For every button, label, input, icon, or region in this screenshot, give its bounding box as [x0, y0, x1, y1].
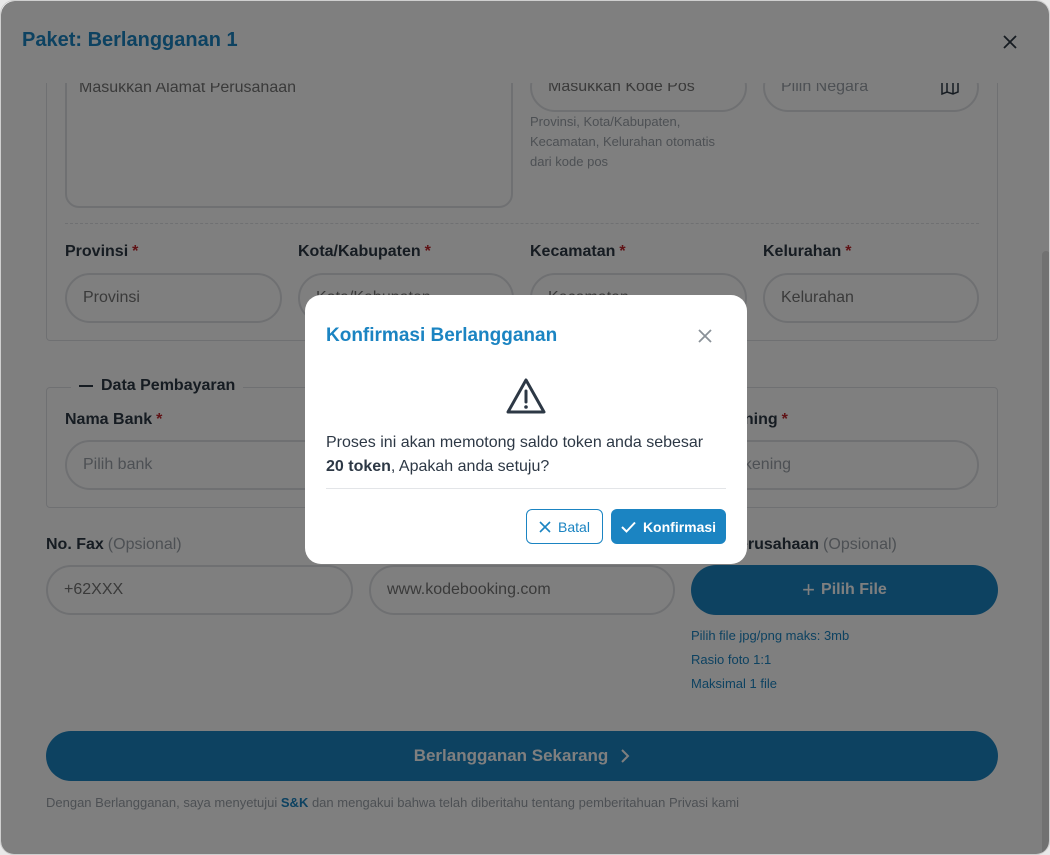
modal-divider: [326, 488, 726, 489]
confirm-button[interactable]: Konfirmasi: [611, 509, 726, 544]
subscription-window: Provinsi, Kota/Kabupaten, Kecamatan, Kel…: [0, 0, 1050, 855]
modal-title: Konfirmasi Berlangganan: [326, 325, 558, 346]
modal-token-amount: 20 token: [326, 458, 391, 475]
cancel-label: Batal: [558, 518, 590, 535]
modal-message: Proses ini akan memotong saldo token and…: [326, 431, 726, 479]
warning-icon: [506, 378, 546, 414]
close-icon: [539, 520, 551, 533]
confirm-subscription-modal: Konfirmasi Berlangganan Proses ini akan …: [305, 295, 747, 564]
modal-message-tail: , Apakah anda setuju?: [390, 458, 550, 475]
modal-message-line1: Proses ini akan memotong saldo token and…: [326, 434, 704, 451]
cancel-button[interactable]: Batal: [526, 509, 603, 544]
close-icon[interactable]: [696, 327, 714, 345]
check-icon: [621, 521, 636, 533]
confirm-label: Konfirmasi: [642, 518, 717, 535]
